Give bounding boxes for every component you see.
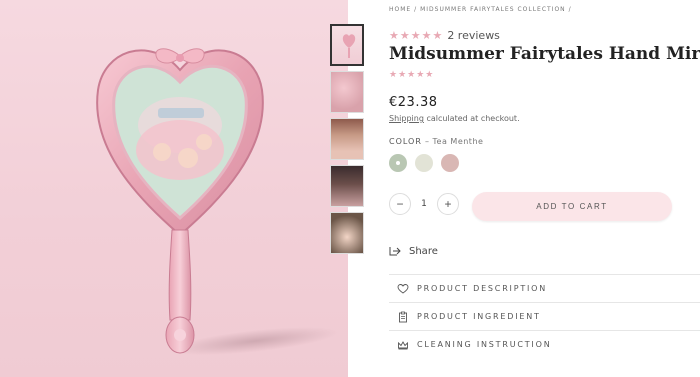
- breadcrumb-separator: /: [414, 6, 418, 13]
- share-button[interactable]: Share: [389, 245, 438, 257]
- quantity-value[interactable]: 1: [411, 199, 437, 209]
- product-price: €23.38: [389, 95, 438, 110]
- accordion-cleaning-instruction[interactable]: CLEANING INSTRUCTION: [389, 330, 700, 358]
- shipping-link[interactable]: Shipping: [389, 114, 424, 123]
- thumbnail-5[interactable]: [330, 212, 364, 254]
- color-separator: –: [421, 137, 433, 146]
- accordion-product-description[interactable]: PRODUCT DESCRIPTION: [389, 274, 700, 302]
- accordion-label: PRODUCT INGREDIENT: [417, 312, 541, 321]
- thumbnail-2[interactable]: [330, 71, 364, 113]
- shipping-note: Shipping calculated at checkout.: [389, 114, 520, 123]
- share-icon: [389, 247, 401, 256]
- clipboard-icon: [399, 311, 407, 322]
- decrease-quantity-button[interactable]: −: [389, 193, 411, 215]
- accordion-product-ingredient[interactable]: PRODUCT INGREDIENT: [389, 302, 700, 330]
- thumbnail-4[interactable]: [330, 165, 364, 207]
- breadcrumb-collection[interactable]: MIDSUMMER FAIRYTALES COLLECTION: [420, 6, 566, 13]
- color-label: COLOR – Tea Menthe: [389, 137, 483, 146]
- breadcrumb-home[interactable]: HOME: [389, 6, 411, 13]
- mirror-thumb-icon: [342, 34, 356, 58]
- secondary-rating-stars: ★★★★★: [389, 70, 435, 80]
- thumbnail-3[interactable]: [330, 118, 364, 160]
- heart-hand-mirror-illustration: [96, 48, 264, 354]
- crown-icon: [398, 340, 408, 349]
- breadcrumb: HOME / MIDSUMMER FAIRYTALES COLLECTION /: [389, 6, 572, 13]
- thumbnail-1[interactable]: [330, 24, 364, 66]
- swatch-cream[interactable]: [415, 154, 433, 172]
- rating-stars: ★★★★★: [389, 29, 444, 42]
- reviews-count[interactable]: 2 reviews: [447, 29, 500, 42]
- product-title: Midsummer Fairytales Hand Mirror: [389, 44, 700, 64]
- quantity-stepper: − 1 +: [389, 193, 459, 215]
- product-main-image[interactable]: [0, 0, 348, 377]
- accordion-label: CLEANING INSTRUCTION: [417, 340, 552, 349]
- color-value: Tea Menthe: [432, 137, 484, 146]
- accordion-label: PRODUCT DESCRIPTION: [417, 284, 548, 293]
- breadcrumb-separator: /: [568, 6, 572, 13]
- color-swatches: [389, 154, 459, 172]
- swatch-rose[interactable]: [441, 154, 459, 172]
- thumbnail-list: [330, 24, 366, 259]
- increase-quantity-button[interactable]: +: [437, 193, 459, 215]
- swatch-tea-menthe[interactable]: [389, 154, 407, 172]
- rating-row[interactable]: ★★★★★ 2 reviews: [389, 29, 500, 42]
- color-label-text: COLOR: [389, 137, 422, 146]
- add-to-cart-button[interactable]: ADD TO CART: [472, 192, 672, 221]
- heart-icon: [397, 283, 409, 294]
- share-label: Share: [409, 245, 438, 257]
- shipping-text: calculated at checkout.: [423, 114, 520, 123]
